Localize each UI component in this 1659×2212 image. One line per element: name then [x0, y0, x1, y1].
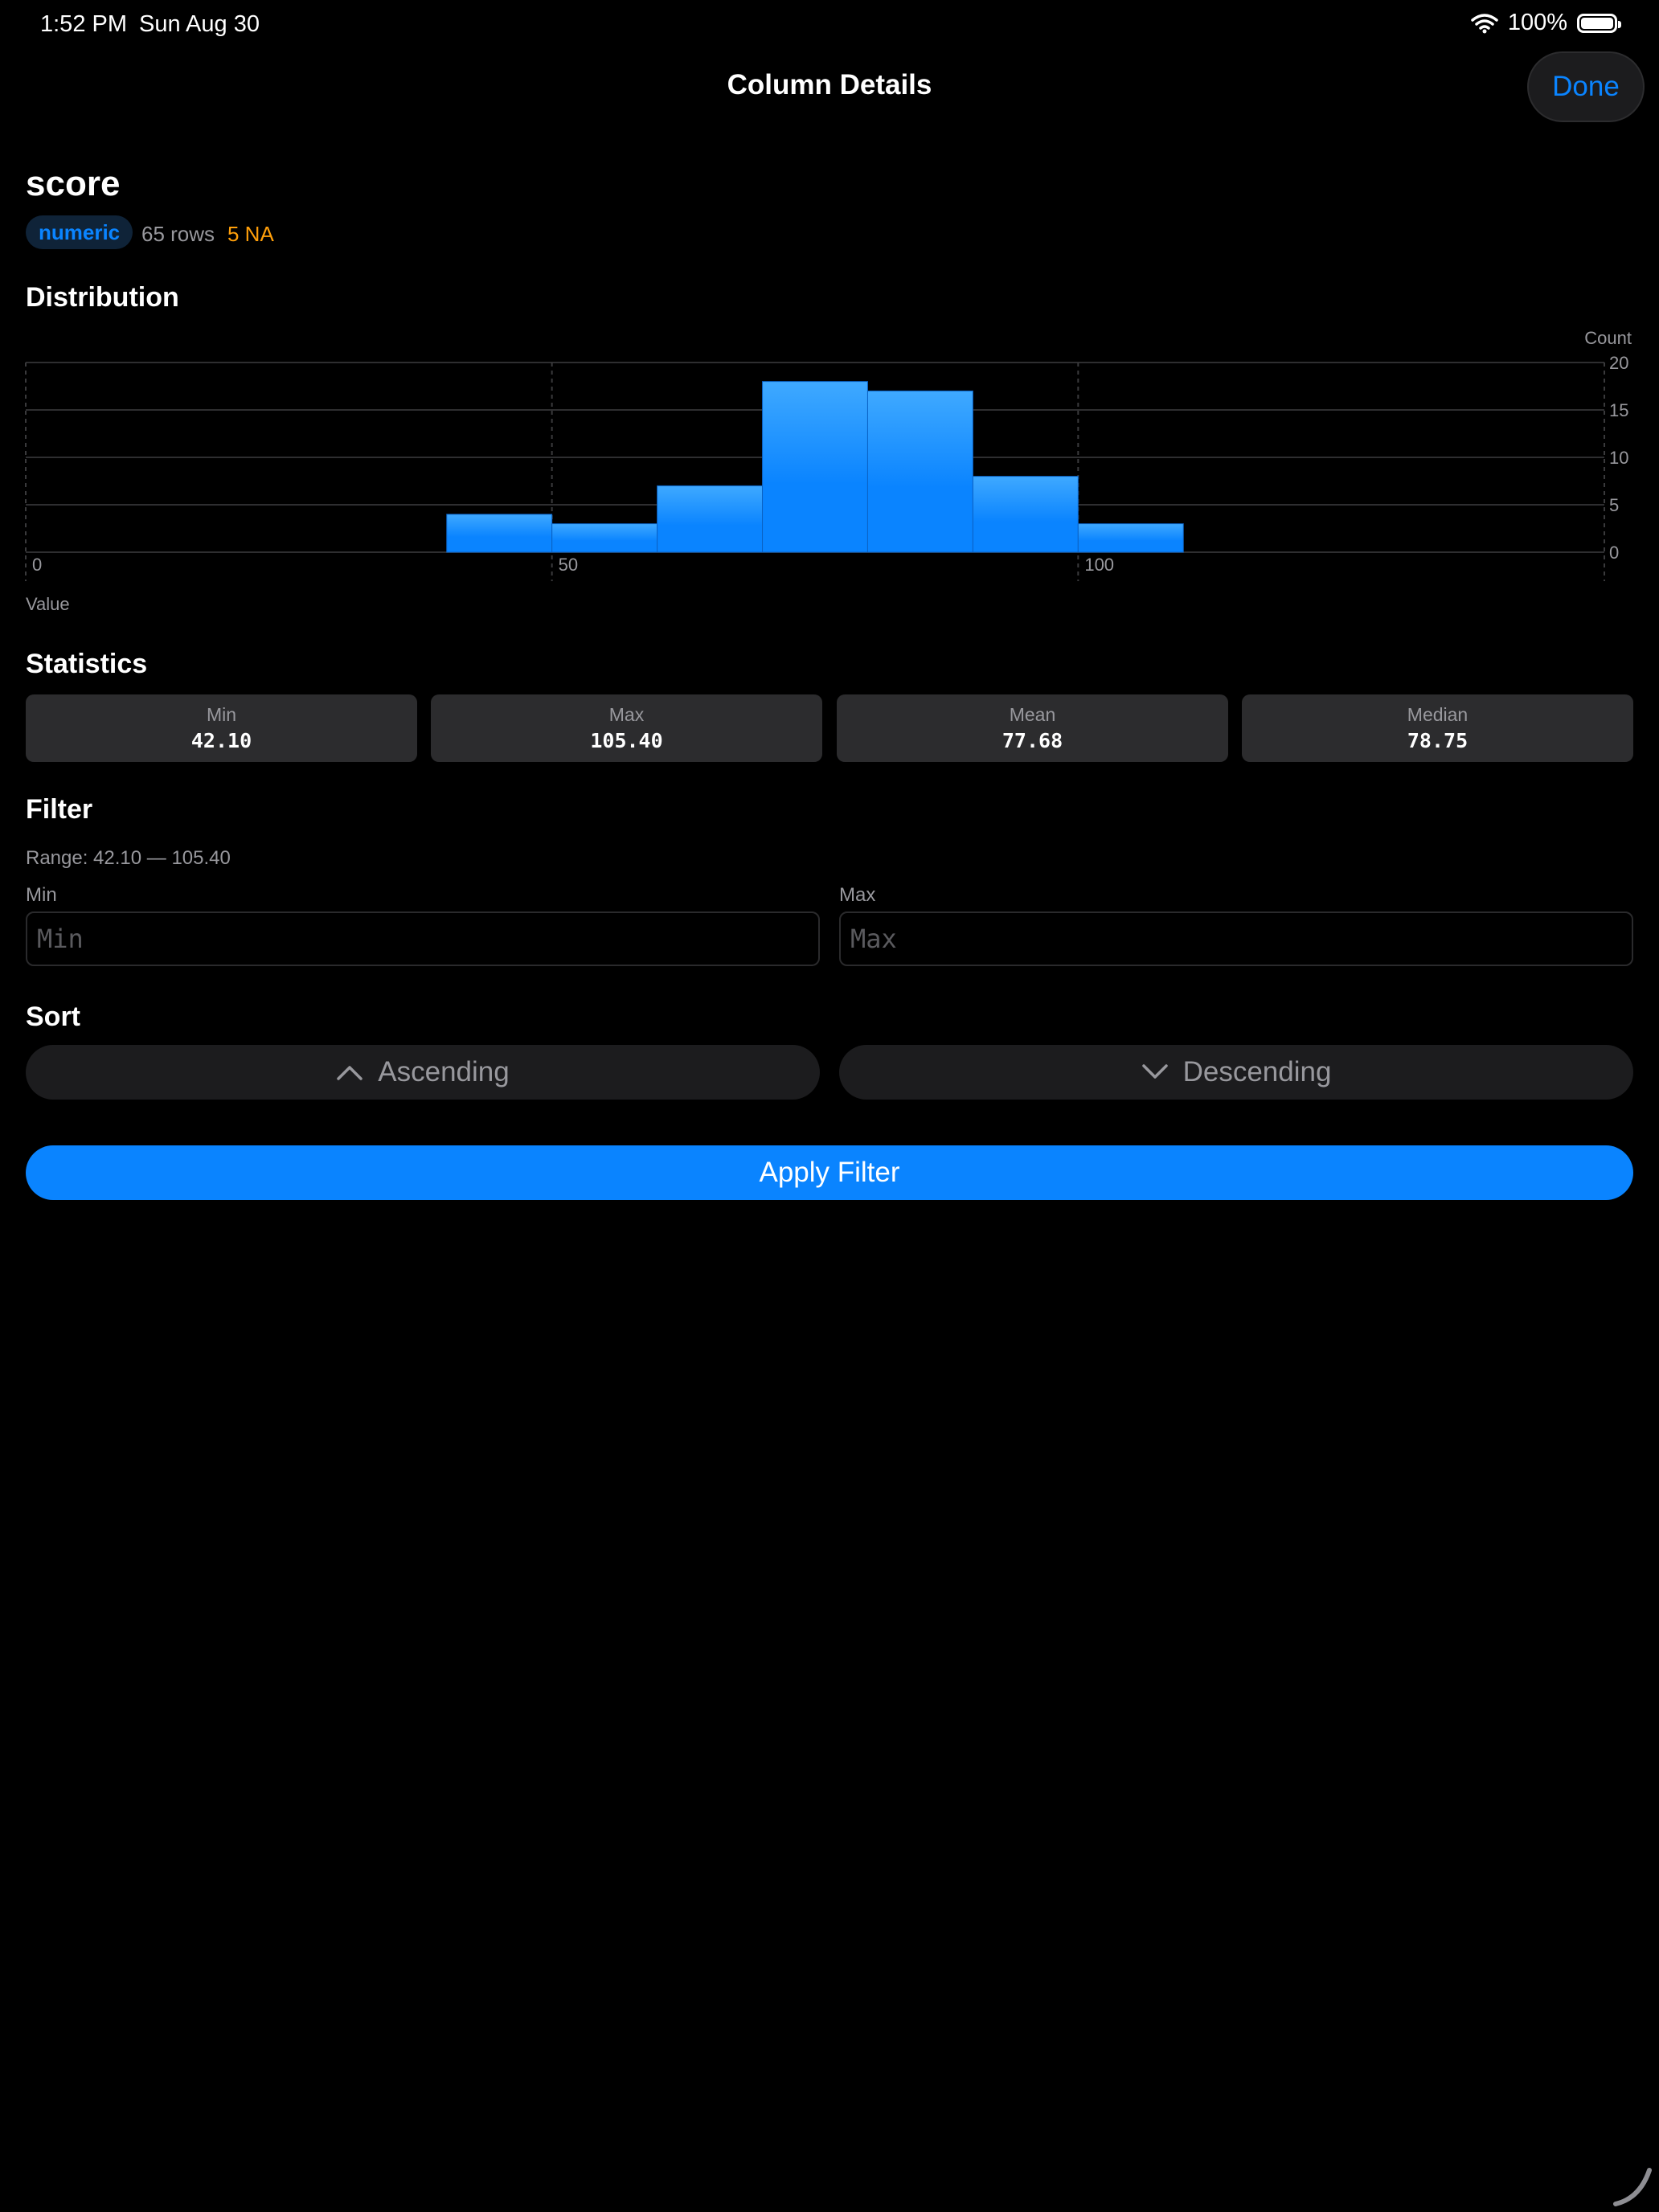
chevron-up-icon	[337, 1066, 363, 1080]
min-input[interactable]	[26, 911, 820, 966]
done-button[interactable]: Done	[1527, 51, 1645, 122]
sort-descending-label: Descending	[1182, 1056, 1332, 1088]
x-axis-label: Value	[26, 594, 70, 614]
histogram-bar	[866, 390, 973, 553]
min-field-label: Min	[26, 884, 57, 906]
type-badge: numeric	[26, 215, 133, 249]
y-tick-label: 15	[1609, 400, 1628, 420]
stat-value: 42.10	[190, 729, 252, 752]
status-indicators: 100%	[1471, 10, 1621, 36]
chevron-down-icon	[1141, 1064, 1168, 1079]
wifi-icon	[1471, 13, 1498, 33]
stat-label: Median	[1407, 704, 1469, 725]
histogram-bar	[551, 523, 658, 553]
histogram-bar	[972, 476, 1079, 553]
scroll-indicator-icon	[1613, 2168, 1652, 2206]
na-count: 5 NA	[227, 222, 274, 246]
stat-card-mean: Mean 77.68	[837, 694, 1228, 762]
battery-percent: 100%	[1507, 10, 1567, 35]
max-field-label: Max	[839, 884, 876, 906]
x-tick-label: 100	[1084, 555, 1114, 575]
x-tick-label: 50	[559, 555, 578, 575]
status-date: Sun Aug 30	[139, 11, 260, 37]
y-tick-label: 10	[1609, 448, 1628, 468]
apply-filter-button[interactable]: Apply Filter	[26, 1145, 1633, 1200]
stat-value: 105.40	[590, 729, 663, 752]
y-tick-label: 20	[1609, 353, 1628, 373]
status-time: 1:52 PM	[40, 11, 127, 37]
y-tick-label: 0	[1609, 543, 1619, 563]
max-input[interactable]	[839, 911, 1633, 966]
stat-label: Min	[206, 704, 237, 725]
chart-bars	[446, 381, 1184, 553]
row-count: 65 rows	[141, 222, 215, 246]
histogram-bar	[657, 485, 764, 553]
stat-card-median: Median 78.75	[1242, 694, 1633, 762]
stat-value: 77.68	[1002, 729, 1063, 752]
stat-value: 78.75	[1407, 729, 1469, 752]
column-name: score	[26, 164, 121, 203]
sort-ascending-button[interactable]: Ascending	[26, 1045, 820, 1100]
battery-icon	[1577, 13, 1621, 33]
sort-ascending-label: Ascending	[378, 1056, 510, 1088]
nav-title: Column Details	[727, 69, 932, 100]
histogram-bar	[446, 514, 553, 553]
filter-heading: Filter	[26, 794, 93, 825]
x-tick-label: 0	[32, 555, 42, 575]
sort-heading: Sort	[26, 1002, 80, 1032]
histogram-bar	[762, 381, 868, 553]
distribution-heading: Distribution	[26, 282, 179, 313]
y-axis-label: Count	[1584, 328, 1632, 348]
stat-card-min: Min 42.10	[26, 694, 417, 762]
filter-range: Range: 42.10 — 105.40	[26, 847, 231, 869]
stat-label: Mean	[1009, 704, 1056, 725]
histogram-chart: 0 5 10 15 20 0 50 100 Count Value	[25, 328, 1632, 614]
statistics-heading: Statistics	[26, 649, 148, 679]
y-tick-label: 5	[1609, 495, 1619, 515]
stat-label: Max	[608, 704, 645, 725]
stat-card-max: Max 105.40	[431, 694, 822, 762]
histogram-bar	[1077, 523, 1184, 553]
sort-descending-button[interactable]: Descending	[839, 1045, 1633, 1100]
